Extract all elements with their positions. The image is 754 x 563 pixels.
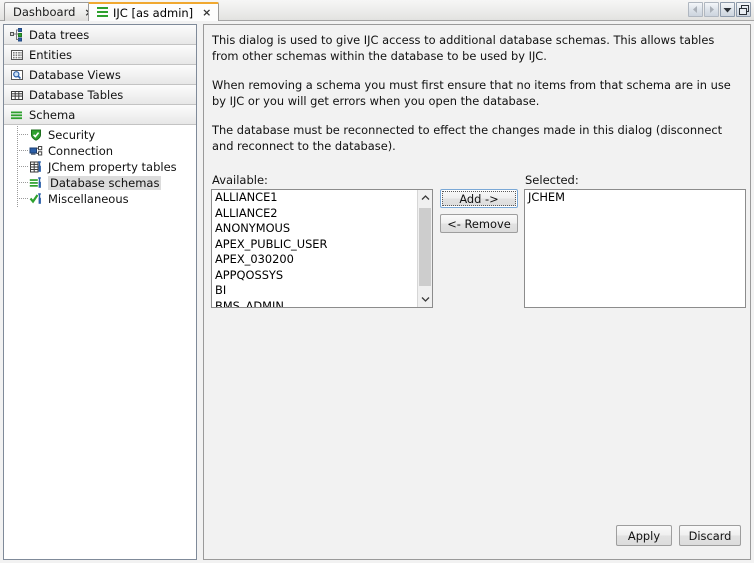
selected-schemas-listbox[interactable]: JCHEM xyxy=(524,189,746,308)
tab-ijc-as-admin-label: IJC [as admin] xyxy=(113,6,193,20)
list-item[interactable]: ALLIANCE1 xyxy=(212,190,417,206)
scroll-down-arrow-icon[interactable] xyxy=(418,291,432,307)
sidebar-item-jchem-property-tables[interactable]: JChem property tables xyxy=(4,159,196,175)
discard-button[interactable]: Discard xyxy=(679,525,741,546)
selected-label: Selected: xyxy=(525,173,579,187)
database-schemas-panel: This dialog is used to give IJC access t… xyxy=(203,24,751,560)
panel-description: This dialog is used to give IJC access t… xyxy=(212,32,740,154)
list-item[interactable]: ANONYMOUS xyxy=(212,221,417,237)
sidebar-item-schema-label: Schema xyxy=(29,108,75,122)
tree-line xyxy=(17,150,28,152)
database-tables-icon xyxy=(10,88,24,102)
available-schemas-items: ALLIANCE1 ALLIANCE2 ANONYMOUS APEX_PUBLI… xyxy=(212,190,417,307)
schema-tree: Security Connection xyxy=(4,125,196,207)
editor-tab-bar: Dashboard × IJC [as admin] × xyxy=(0,0,754,21)
tree-line xyxy=(17,198,28,200)
apply-button-label: Apply xyxy=(628,529,660,543)
description-paragraph-3: The database must be reconnected to effe… xyxy=(212,122,740,154)
remove-button[interactable]: <- Remove xyxy=(440,214,518,233)
list-item[interactable]: BMS_ADMIN xyxy=(212,299,417,308)
ijc-application-window: Dashboard × IJC [as admin] × xyxy=(0,0,754,563)
project-explorer-sidebar: Data trees Entities xyxy=(3,24,197,560)
sidebar-item-entities[interactable]: Entities xyxy=(4,45,196,65)
list-item[interactable]: BI xyxy=(212,283,417,299)
discard-button-label: Discard xyxy=(689,529,732,543)
entities-icon xyxy=(10,48,24,62)
sidebar-item-entities-label: Entities xyxy=(29,48,72,62)
scrollbar-thumb[interactable] xyxy=(419,208,431,286)
list-item[interactable]: APEX_PUBLIC_USER xyxy=(212,237,417,253)
sidebar-item-connection-label: Connection xyxy=(48,144,113,158)
tab-ijc-as-admin-close-icon[interactable]: × xyxy=(201,7,212,18)
tree-line xyxy=(17,134,28,136)
sidebar-item-security-label: Security xyxy=(48,128,95,142)
sidebar-item-data-trees-label: Data trees xyxy=(29,28,89,42)
sidebar-item-miscellaneous-label: Miscellaneous xyxy=(48,192,129,206)
scroll-tabs-left-button[interactable] xyxy=(688,2,703,17)
database-views-icon xyxy=(10,68,24,82)
tab-bar-controls xyxy=(688,2,751,17)
available-schemas-listbox[interactable]: ALLIANCE1 ALLIANCE2 ANONYMOUS APEX_PUBLI… xyxy=(211,189,433,308)
list-item[interactable]: JCHEM xyxy=(525,190,745,206)
schema-icon xyxy=(10,108,24,122)
tab-dashboard-label: Dashboard xyxy=(13,5,75,19)
tab-list-dropdown-button[interactable] xyxy=(720,2,735,17)
remove-button-label: <- Remove xyxy=(447,217,511,231)
tab-ijc-as-admin[interactable]: IJC [as admin] × xyxy=(88,2,219,21)
sidebar-item-jchem-property-tables-label: JChem property tables xyxy=(48,160,177,174)
sidebar-item-database-views-label: Database Views xyxy=(29,68,121,82)
maximize-window-button[interactable] xyxy=(736,2,751,17)
scroll-tabs-right-button[interactable] xyxy=(704,2,719,17)
connection-icon xyxy=(29,144,43,158)
tree-line xyxy=(17,182,28,184)
sidebar-item-security[interactable]: Security xyxy=(4,127,196,143)
apply-button[interactable]: Apply xyxy=(616,525,672,546)
list-item[interactable]: APEX_030200 xyxy=(212,252,417,268)
available-label: Available: xyxy=(212,173,268,187)
scroll-up-arrow-icon[interactable] xyxy=(418,190,432,206)
sidebar-item-database-tables-label: Database Tables xyxy=(29,88,123,102)
sidebar-item-connection[interactable]: Connection xyxy=(4,143,196,159)
description-paragraph-1: This dialog is used to give IJC access t… xyxy=(212,32,740,64)
available-list-scrollbar[interactable] xyxy=(417,190,432,307)
list-item[interactable]: APPQOSSYS xyxy=(212,268,417,284)
add-button[interactable]: Add -> xyxy=(440,189,518,208)
sidebar-item-database-tables[interactable]: Database Tables xyxy=(4,85,196,105)
tree-line xyxy=(17,166,28,168)
list-item[interactable]: ALLIANCE2 xyxy=(212,206,417,222)
data-trees-icon xyxy=(10,28,24,42)
tab-dashboard[interactable]: Dashboard × xyxy=(4,2,102,21)
sidebar-item-database-views[interactable]: Database Views xyxy=(4,65,196,85)
sidebar-item-database-schemas-label: Database schemas xyxy=(48,176,161,190)
lines-icon xyxy=(97,7,108,18)
selected-schemas-items: JCHEM xyxy=(525,190,745,307)
miscellaneous-icon xyxy=(29,192,43,206)
database-schemas-icon xyxy=(29,176,43,190)
sidebar-item-miscellaneous[interactable]: Miscellaneous xyxy=(4,191,196,207)
sidebar-item-data-trees[interactable]: Data trees xyxy=(4,25,196,45)
add-button-label: Add -> xyxy=(459,192,498,206)
description-paragraph-2: When removing a schema you must first en… xyxy=(212,77,740,109)
shield-icon xyxy=(29,128,43,142)
sidebar-item-schema[interactable]: Schema xyxy=(4,105,196,125)
sidebar-item-database-schemas[interactable]: Database schemas xyxy=(4,175,196,191)
property-tables-icon xyxy=(29,160,43,174)
